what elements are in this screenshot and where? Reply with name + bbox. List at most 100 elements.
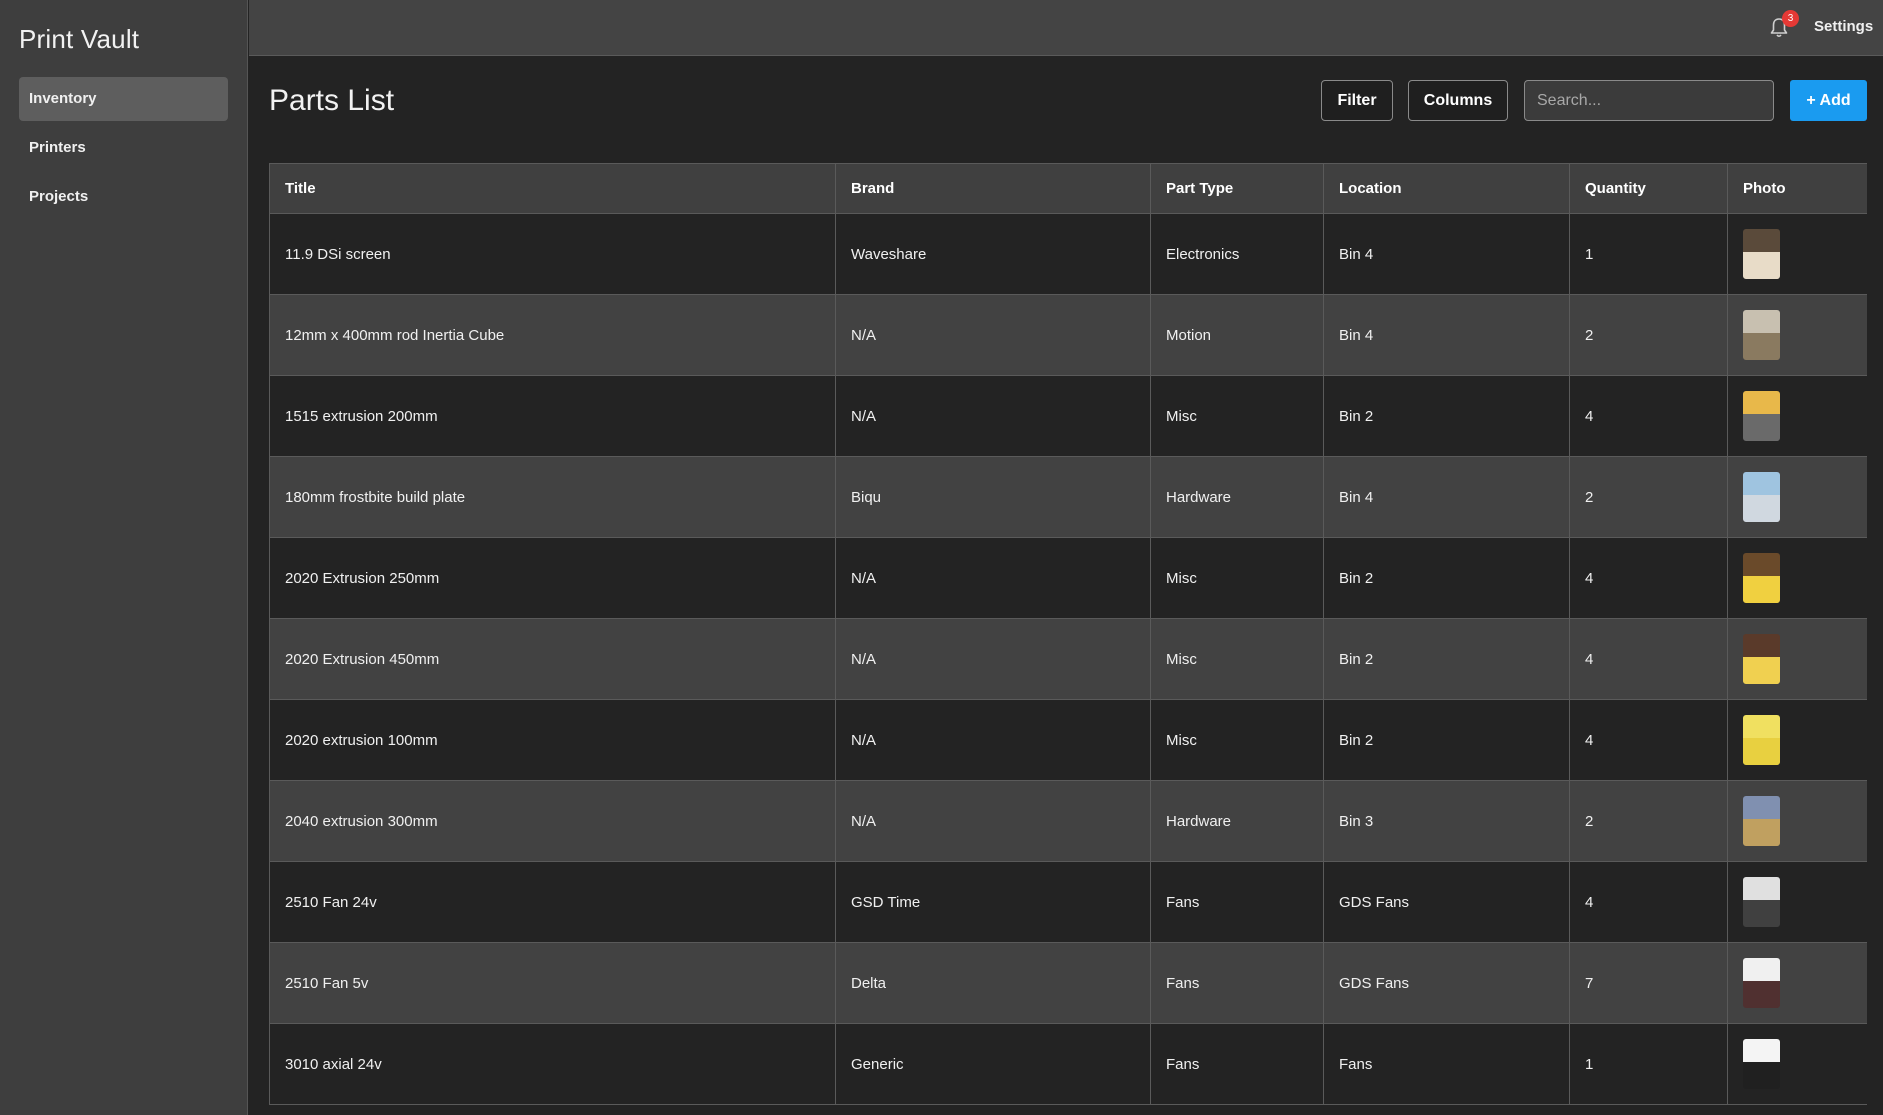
settings-link[interactable]: Settings: [1814, 18, 1873, 35]
cell-location: Bin 4: [1323, 294, 1570, 376]
column-header-title[interactable]: Title: [269, 163, 836, 214]
cell-title: 12mm x 400mm rod Inertia Cube: [269, 294, 836, 376]
cell-photo: [1727, 780, 1867, 862]
cell-title: 2040 extrusion 300mm: [269, 780, 836, 862]
cell-quantity: 4: [1569, 537, 1728, 619]
photo-thumbnail[interactable]: [1743, 958, 1780, 1008]
photo-thumbnail[interactable]: [1743, 553, 1780, 603]
cell-brand: N/A: [835, 699, 1151, 781]
table-header-row: Title Brand Part Type Location Quantity …: [269, 163, 1867, 214]
cell-brand: N/A: [835, 537, 1151, 619]
photo-thumbnail[interactable]: [1743, 391, 1780, 441]
cell-photo: [1727, 213, 1867, 295]
table-row[interactable]: 2020 extrusion 100mm N/A Misc Bin 24: [269, 699, 1867, 781]
cell-location: Bin 2: [1323, 375, 1570, 457]
table-row[interactable]: 2020 Extrusion 450mm N/A Misc Bin 24: [269, 618, 1867, 700]
cell-quantity: 1: [1569, 1023, 1728, 1105]
photo-thumbnail[interactable]: [1743, 634, 1780, 684]
cell-part-type: Fans: [1150, 861, 1324, 943]
photo-thumbnail[interactable]: [1743, 229, 1780, 279]
cell-part-type: Misc: [1150, 699, 1324, 781]
table-row[interactable]: 2040 extrusion 300mm N/A Hardware Bin 32: [269, 780, 1867, 862]
cell-photo: [1727, 375, 1867, 457]
photo-thumbnail[interactable]: [1743, 472, 1780, 522]
page-title: Parts List: [269, 84, 395, 117]
table-body: 11.9 DSi screen Waveshare Electronics Bin 4…: [269, 213, 1867, 1105]
column-header-part-type[interactable]: Part Type: [1150, 163, 1324, 214]
cell-location: Bin 3: [1323, 780, 1570, 862]
cell-title: 11.9 DSi screen: [269, 213, 836, 295]
columns-button[interactable]: Columns: [1408, 80, 1508, 121]
cell-quantity: 7: [1569, 942, 1728, 1024]
cell-brand: N/A: [835, 294, 1151, 376]
cell-location: Bin 4: [1323, 456, 1570, 538]
add-button[interactable]: + Add: [1790, 80, 1867, 121]
column-header-location[interactable]: Location: [1323, 163, 1570, 214]
cell-brand: Generic: [835, 1023, 1151, 1105]
cell-quantity: 2: [1569, 780, 1728, 862]
table-row[interactable]: 3010 axial 24v Generic Fans Fans 1: [269, 1023, 1867, 1105]
table-row[interactable]: 12mm x 400mm rod Inertia Cube N/A Motion Bi…: [269, 294, 1867, 376]
cell-brand: GSD Time: [835, 861, 1151, 943]
table-row[interactable]: 2510 Fan 5v Delta Fans GDS Fans 7: [269, 942, 1867, 1024]
table-row[interactable]: 1515 extrusion 200mm N/A Misc Bin 24: [269, 375, 1867, 457]
cell-brand: Biqu: [835, 456, 1151, 538]
filter-button[interactable]: Filter: [1321, 80, 1393, 121]
parts-table-container: Title Brand Part Type Location Quantity …: [269, 163, 1867, 1115]
cell-title: 3010 axial 24v: [269, 1023, 836, 1105]
cell-location: Bin 2: [1323, 699, 1570, 781]
cell-title: 180mm frostbite build plate: [269, 456, 836, 538]
cell-quantity: 4: [1569, 699, 1728, 781]
sidebar-item-printers[interactable]: Printers: [19, 126, 228, 170]
cell-brand: N/A: [835, 618, 1151, 700]
cell-quantity: 1: [1569, 213, 1728, 295]
cell-part-type: Misc: [1150, 537, 1324, 619]
photo-thumbnail[interactable]: [1743, 877, 1780, 927]
cell-quantity: 2: [1569, 294, 1728, 376]
app-title: Print Vault: [19, 24, 140, 54]
cell-photo: [1727, 1023, 1867, 1105]
cell-part-type: Fans: [1150, 942, 1324, 1024]
cell-photo: [1727, 456, 1867, 538]
cell-title: 1515 extrusion 200mm: [269, 375, 836, 457]
cell-photo: [1727, 942, 1867, 1024]
sidebar-item-inventory[interactable]: Inventory: [19, 77, 228, 121]
photo-thumbnail[interactable]: [1743, 1039, 1780, 1089]
cell-brand: Delta: [835, 942, 1151, 1024]
cell-brand: N/A: [835, 780, 1151, 862]
sidebar: Print Vault Inventory Printers Projects: [0, 0, 248, 1115]
cell-photo: [1727, 699, 1867, 781]
cell-part-type: Hardware: [1150, 456, 1324, 538]
table-row[interactable]: 2510 Fan 24v GSD Time Fans GDS Fans 4: [269, 861, 1867, 943]
cell-title: 2020 extrusion 100mm: [269, 699, 836, 781]
notification-badge: 3: [1782, 10, 1799, 27]
cell-part-type: Electronics: [1150, 213, 1324, 295]
photo-thumbnail[interactable]: [1743, 310, 1780, 360]
cell-photo: [1727, 537, 1867, 619]
sidebar-nav: Inventory Printers Projects: [19, 77, 228, 224]
cell-brand: Waveshare: [835, 213, 1151, 295]
cell-location: GDS Fans: [1323, 942, 1570, 1024]
cell-location: Fans: [1323, 1023, 1570, 1105]
table-row[interactable]: 2020 Extrusion 250mm N/A Misc Bin 24: [269, 537, 1867, 619]
cell-part-type: Misc: [1150, 375, 1324, 457]
cell-location: GDS Fans: [1323, 861, 1570, 943]
photo-thumbnail[interactable]: [1743, 796, 1780, 846]
cell-photo: [1727, 861, 1867, 943]
cell-quantity: 4: [1569, 861, 1728, 943]
search-input[interactable]: [1524, 80, 1774, 121]
cell-part-type: Motion: [1150, 294, 1324, 376]
photo-thumbnail[interactable]: [1743, 715, 1780, 765]
cell-part-type: Misc: [1150, 618, 1324, 700]
cell-photo: [1727, 618, 1867, 700]
top-bar: [249, 0, 1883, 56]
cell-title: 2020 Extrusion 450mm: [269, 618, 836, 700]
sidebar-item-projects[interactable]: Projects: [19, 175, 228, 219]
cell-location: Bin 2: [1323, 537, 1570, 619]
column-header-brand[interactable]: Brand: [835, 163, 1151, 214]
cell-part-type: Fans: [1150, 1023, 1324, 1105]
table-row[interactable]: 180mm frostbite build plate Biqu Hardware B…: [269, 456, 1867, 538]
column-header-quantity[interactable]: Quantity: [1569, 163, 1728, 214]
table-row[interactable]: 11.9 DSi screen Waveshare Electronics Bin 4…: [269, 213, 1867, 295]
cell-location: Bin 2: [1323, 618, 1570, 700]
